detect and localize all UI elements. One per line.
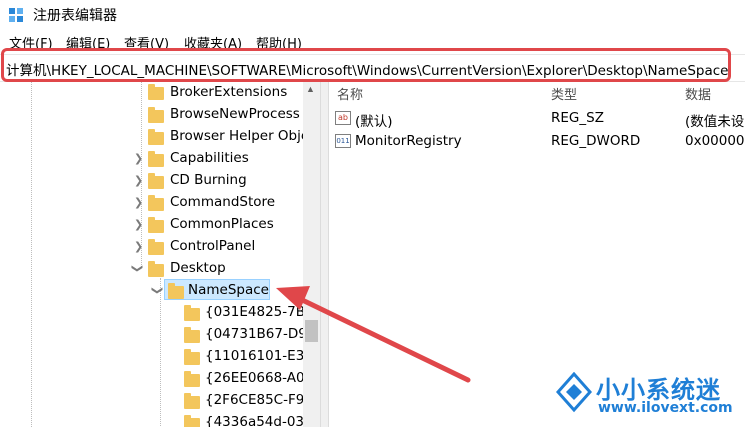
value-type: REG_SZ [551, 110, 604, 126]
chevron-right-icon[interactable]: ❯ [134, 218, 143, 231]
folder-icon [148, 239, 164, 255]
tree-item-label: CD Burning [170, 172, 247, 188]
folder-icon [148, 129, 164, 145]
folder-icon [148, 261, 164, 277]
address-path[interactable]: 计算机\HKEY_LOCAL_MACHINE\SOFTWARE\Microsof… [6, 59, 728, 79]
folder-icon [148, 151, 164, 167]
watermark-url: www.ilovext.com [598, 400, 733, 416]
menu-bar: 文件(F) 编辑(E) 查看(V) 收藏夹(A) 帮助(H) [0, 30, 745, 50]
value-name: MonitorRegistry [355, 133, 462, 149]
tree-item-label: NameSpace [188, 282, 269, 298]
chevron-right-icon[interactable]: ❯ [134, 152, 143, 165]
menu-file[interactable]: 文件(F) [9, 33, 53, 50]
folder-icon [184, 415, 200, 427]
tree-item-label: BrowseNewProcess [170, 106, 300, 122]
tree-item-label: ControlPanel [170, 238, 256, 254]
annotation-arrow-icon [276, 286, 471, 383]
title-bar: 注册表编辑器 [0, 0, 745, 30]
value-row[interactable]: 011 MonitorRegistry REG_DWORD 0x000000 [329, 132, 745, 154]
folder-icon [148, 84, 164, 100]
folder-icon [148, 173, 164, 189]
chevron-down-icon[interactable]: ❯ [131, 264, 144, 273]
column-header-name[interactable]: 名称 [337, 84, 363, 103]
tree-item-label: BrokerExtensions [170, 84, 288, 100]
tree-guide-line [160, 278, 161, 427]
dword-value-icon: 011 [335, 134, 351, 148]
chevron-right-icon[interactable]: ❯ [134, 174, 143, 187]
menu-view[interactable]: 查看(V) [124, 33, 169, 50]
column-header-type[interactable]: 类型 [551, 84, 577, 103]
window-title: 注册表编辑器 [33, 8, 117, 24]
menu-favorites[interactable]: 收藏夹(A) [184, 33, 242, 50]
tree-item-label: Capabilities [170, 150, 249, 166]
value-row[interactable]: ab (默认) REG_SZ (数值未设 [329, 109, 745, 131]
folder-icon [148, 217, 164, 233]
chevron-down-icon[interactable]: ❯ [151, 286, 164, 295]
folder-icon [184, 349, 200, 365]
folder-icon [184, 327, 200, 343]
folder-icon [184, 371, 200, 387]
folder-icon [148, 107, 164, 123]
watermark-logo-icon [556, 372, 592, 413]
tree-item-label: Browser Helper Obje [170, 128, 310, 144]
value-name: (默认) [355, 114, 393, 130]
watermark: 小小系统迷 www.ilovext.com [548, 366, 745, 427]
address-bar[interactable]: 计算机\HKEY_LOCAL_MACHINE\SOFTWARE\Microsof… [0, 54, 745, 82]
string-value-icon: ab [335, 111, 351, 125]
value-data: 0x000000 [685, 133, 745, 149]
tree-item-label: CommonPlaces [170, 216, 274, 232]
regedit-app-icon [9, 8, 23, 22]
folder-icon [184, 393, 200, 409]
chevron-right-icon[interactable]: ❯ [134, 196, 143, 209]
column-header-data[interactable]: 数据 [685, 84, 711, 103]
folder-icon [184, 305, 200, 321]
chevron-right-icon[interactable]: ❯ [134, 240, 143, 253]
scroll-up-arrow-icon[interactable]: ▲ [306, 84, 315, 94]
menu-help[interactable]: 帮助(H) [256, 33, 302, 50]
tree-item-label: CommandStore [170, 194, 276, 210]
value-data: (数值未设 [685, 114, 745, 130]
tree-guide-line [31, 82, 32, 427]
folder-icon [168, 283, 184, 299]
value-type: REG_DWORD [551, 133, 641, 149]
tree-item-label: Desktop [170, 260, 226, 276]
folder-icon [148, 195, 164, 211]
menu-edit[interactable]: 编辑(E) [66, 33, 110, 50]
